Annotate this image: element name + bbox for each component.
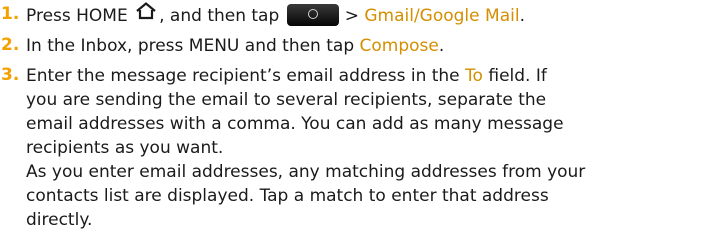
step-1-text: Press HOME , and then tap > Gmail/Google…	[26, 2, 525, 28]
gmail-label: Gmail/Google Mail	[364, 6, 520, 26]
step-3-line-1: Enter the message recipient’s email addr…	[26, 65, 547, 87]
step-3-line-7: directly.	[26, 210, 93, 230]
step-2-text: In the Inbox, press MENU and then tap Co…	[26, 35, 444, 57]
compose-label: Compose	[359, 36, 439, 56]
all-apps-button-icon	[286, 4, 339, 26]
step-1-text-b: , and then tap	[159, 6, 280, 26]
step-3-line-3: email addresses with a comma. You can ad…	[26, 114, 564, 134]
step-1-text-c: >	[344, 6, 365, 26]
step-3-line-5: As you enter email addresses, any matchi…	[26, 162, 586, 182]
step-1-text-e: .	[519, 6, 525, 26]
instructions-document: 1. Press HOME , and then tap > Gmail/Goo…	[0, 0, 720, 248]
to-field-label: To	[465, 66, 483, 86]
step-2-text-a: In the Inbox, press MENU and then tap	[26, 36, 360, 56]
step-2-text-c: .	[438, 36, 445, 56]
step-number: 1.	[1, 4, 20, 24]
step-3-line-2: you are sending the email to several rec…	[26, 90, 547, 110]
step-3-line-4: recipients as you want.	[26, 138, 224, 158]
step-3-line-6: contacts list are displayed. Tap a match…	[26, 186, 549, 206]
home-icon	[135, 2, 157, 26]
step-number: 3.	[1, 65, 20, 85]
step-3-line-1-c: field. If	[482, 66, 547, 86]
step-number: 2.	[1, 35, 20, 55]
step-1-text-a: Press HOME	[26, 6, 128, 26]
step-3-line-1-a: Enter the message recipient’s email addr…	[26, 66, 466, 86]
